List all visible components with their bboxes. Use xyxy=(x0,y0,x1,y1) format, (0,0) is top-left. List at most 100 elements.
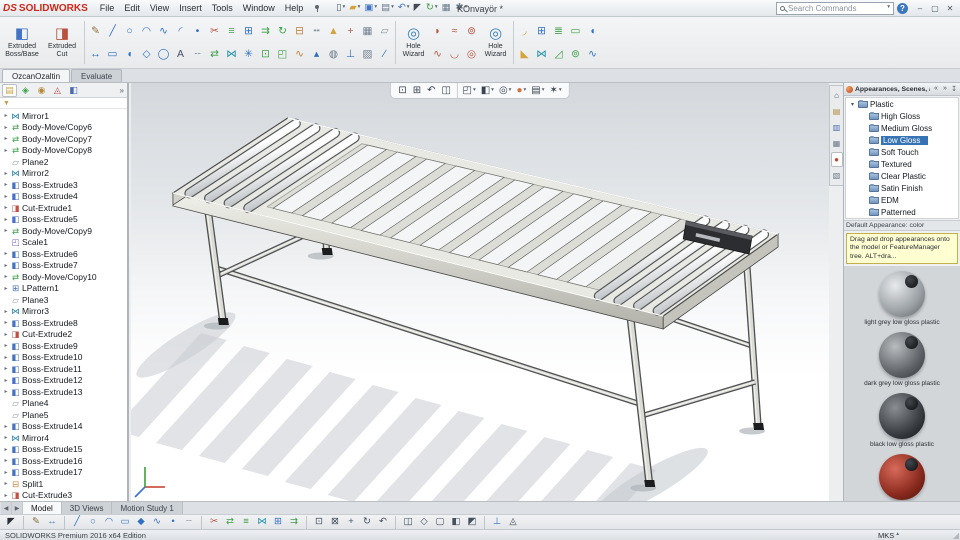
design-library-tab[interactable]: ▤ xyxy=(831,104,843,119)
menu-item[interactable]: Edit xyxy=(119,2,145,14)
appearance-folder-item[interactable]: High Gloss xyxy=(846,110,958,122)
zoom-to-area-button[interactable]: ⊠ xyxy=(327,516,343,529)
linear-sketch-pattern-button[interactable]: ⊞ xyxy=(270,516,286,529)
spline-tool-button[interactable]: ∿ xyxy=(155,20,172,43)
expand-arrow-icon[interactable]: ▸ xyxy=(2,285,10,292)
hide-show-items-button[interactable]: ◎ ▾ xyxy=(496,83,514,98)
polygon-tool-button[interactable]: ◇ xyxy=(138,43,155,66)
view-tab[interactable]: 3D Views xyxy=(61,502,113,514)
feature-tree-item[interactable]: ▸ ⋈ Mirror1 xyxy=(0,110,127,122)
centerpoint-arc-button[interactable]: ◠ xyxy=(138,20,155,43)
chevron-left-button[interactable]: « xyxy=(932,85,940,93)
configurationmanager-tab[interactable]: ◉ xyxy=(34,84,49,97)
appearance-folder-item[interactable]: Patterned xyxy=(846,206,958,218)
material-swatch[interactable]: light grey low gloss plastic xyxy=(864,271,940,327)
trim-entities-button[interactable]: ✂ xyxy=(206,20,223,43)
undo-button[interactable]: ↶ ▾ xyxy=(396,1,412,15)
circle-tool-button[interactable]: ○ xyxy=(121,20,138,43)
expand-arrow-icon[interactable]: ▸ xyxy=(2,181,10,188)
feature-tree-item[interactable]: ▸ ◧ Boss-Extrude6 xyxy=(0,248,127,260)
expand-arrow-icon[interactable]: ▸ xyxy=(2,227,10,234)
section-view-button[interactable]: ◫ xyxy=(395,515,416,529)
feature-tree-item[interactable]: ▸ ◧ Boss-Extrude3 xyxy=(0,179,127,191)
lofted-cut-button[interactable]: ≈ xyxy=(446,20,463,43)
feature-tree-item[interactable]: ▸ ⋈ Mirror2 xyxy=(0,168,127,180)
menu-item[interactable]: File xyxy=(95,2,120,14)
menu-item[interactable]: View xyxy=(145,2,174,14)
appearance-folder-item[interactable]: Textured xyxy=(846,158,958,170)
expand-arrow-icon[interactable]: ▸ xyxy=(2,273,10,280)
feature-tree-item[interactable]: ▸ ⇄ Body-Move/Copy7 xyxy=(0,133,127,145)
corner-rectangle-button[interactable]: ▭ xyxy=(104,43,121,66)
feature-tree-item[interactable]: ▸ ⇄ Body-Move/Copy10 xyxy=(0,271,127,283)
jog-line-button[interactable]: ∿ xyxy=(291,43,308,66)
file-properties-button[interactable]: ▦ xyxy=(440,1,454,15)
view-tab[interactable]: Model xyxy=(23,502,62,514)
circular-sketch-pattern-button[interactable]: ✳ xyxy=(240,43,257,66)
view-palette-tab[interactable]: ▦ xyxy=(831,136,843,151)
convert-entities-button[interactable]: ⇄ xyxy=(222,516,238,529)
edit-appearance-button[interactable]: ● ▾ xyxy=(514,83,529,98)
offset-entities-button[interactable]: ≡ xyxy=(223,20,240,43)
isometric-view-button[interactable]: ◬ xyxy=(505,516,521,529)
unit-system-selector[interactable]: MKS ▴ xyxy=(878,531,899,540)
material-sphere[interactable] xyxy=(879,454,925,501)
reference-plane-button[interactable]: ▱ xyxy=(376,20,393,43)
file-explorer-tab[interactable]: ▥ xyxy=(831,120,843,135)
reference-axis-button[interactable]: ∕ xyxy=(376,43,393,66)
wrap-feature-button[interactable]: ⊚ xyxy=(567,43,584,66)
expand-arrow-icon[interactable]: ▸ xyxy=(2,216,10,223)
pin-taskpane-button[interactable]: ↧ xyxy=(950,85,958,93)
straight-slot-button[interactable]: ◖ xyxy=(121,43,138,66)
smart-dimension-button[interactable]: ↔ xyxy=(44,516,60,529)
sketch-button[interactable]: ✎ xyxy=(87,20,104,43)
feature-tree-item[interactable]: ▸ ◧ Boss-Extrude12 xyxy=(0,375,127,387)
feature-tree-item[interactable]: ▸ ⇄ Body-Move/Copy6 xyxy=(0,122,127,134)
new-document-button[interactable]: ▯ ▾ xyxy=(334,1,347,15)
zoom-to-fit-button[interactable]: ⊡ xyxy=(306,515,327,529)
menu-item[interactable]: Help xyxy=(280,2,309,14)
feature-tree-item[interactable]: ▸ ◨ Cut-Extrude2 xyxy=(0,329,127,341)
expand-arrow-icon[interactable]: ▾ xyxy=(849,101,856,108)
appearance-folder-item[interactable]: Medium Gloss xyxy=(846,122,958,134)
expand-arrow-icon[interactable]: ▸ xyxy=(2,193,10,200)
view-orientation-button[interactable]: ◰ ▾ xyxy=(460,83,478,98)
expand-arrow-icon[interactable]: ▸ xyxy=(2,262,10,269)
view-tab[interactable]: Motion Study 1 xyxy=(112,502,183,514)
open-document-button[interactable]: ▰ ▾ xyxy=(347,1,362,15)
material-sphere[interactable] xyxy=(879,332,925,379)
manager-tabs-overflow-button[interactable]: » xyxy=(120,86,125,95)
apply-scene-button[interactable]: ▤ ▾ xyxy=(529,83,547,98)
displaymanager-tab[interactable]: ◧ xyxy=(66,84,81,97)
appearance-folder-item[interactable]: EDM xyxy=(846,194,958,206)
feature-tree-item[interactable]: ▸ ◧ Boss-Extrude11 xyxy=(0,363,127,375)
corner-rectangle-button[interactable]: ▭ xyxy=(117,516,133,529)
expand-arrow-icon[interactable]: ▸ xyxy=(2,388,10,395)
expand-arrow-icon[interactable]: ▸ xyxy=(2,457,10,464)
custom-properties-tab[interactable]: ▧ xyxy=(831,168,843,183)
expand-arrow-icon[interactable]: ▸ xyxy=(2,423,10,430)
zoom-to-fit-button[interactable]: ⊡ xyxy=(396,83,410,98)
feature-tree-item[interactable]: ▸ ◨ Cut-Extrude3 xyxy=(0,490,127,502)
expand-arrow-icon[interactable]: ▸ xyxy=(2,469,10,476)
expand-arrow-icon[interactable]: ▸ xyxy=(2,308,10,315)
appearance-folder-item[interactable]: Satin Finish xyxy=(846,182,958,194)
select-button[interactable]: ◤ xyxy=(412,1,424,15)
menu-item[interactable]: Tools xyxy=(207,2,238,14)
expand-arrow-icon[interactable]: ▸ xyxy=(2,147,10,154)
search-caret-icon[interactable]: ▾ xyxy=(887,5,890,11)
feature-tree-item[interactable]: ▸ ⇄ Body-Move/Copy9 xyxy=(0,225,127,237)
shadows-display-button[interactable]: ◩ xyxy=(464,516,480,529)
feature-tree-item[interactable]: ▸ ◧ Boss-Extrude5 xyxy=(0,214,127,226)
feature-tree-item[interactable]: ▸ ◧ Boss-Extrude10 xyxy=(0,352,127,364)
feature-tree-item[interactable]: ▱ Plane4 xyxy=(0,398,127,410)
trim-entities-button[interactable]: ✂ xyxy=(201,515,222,529)
grid-system-button[interactable]: ▦ xyxy=(359,20,376,43)
centerpoint-arc-button[interactable]: ◠ xyxy=(101,516,117,529)
feature-tree-item[interactable]: ▸ ◧ Boss-Extrude8 xyxy=(0,317,127,329)
sketch-fillet-button[interactable]: ◜ xyxy=(172,20,189,43)
ellipse-tool-button[interactable]: ◯ xyxy=(155,43,172,66)
repair-sketch-button[interactable]: + xyxy=(342,20,359,43)
instant-2d-button[interactable]: ▲ xyxy=(325,20,342,43)
point-tool-button[interactable]: • xyxy=(189,20,206,43)
